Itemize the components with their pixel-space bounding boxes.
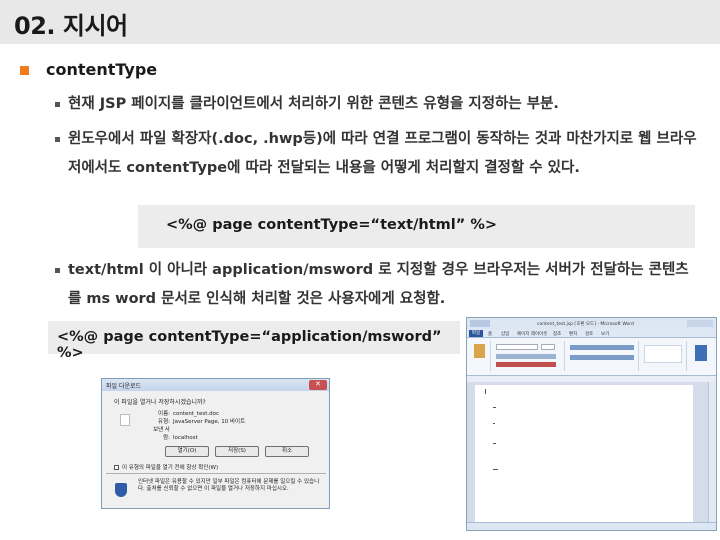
ribbon-tab[interactable]: 보기	[601, 331, 609, 337]
bullet-dot-icon	[55, 102, 60, 107]
word-ribbon-tabs: 파일 홈 삽입 페이지 레이아웃 참조 편지 검토 보기	[467, 329, 716, 338]
document-area	[467, 382, 716, 524]
editing-group	[689, 341, 715, 371]
info-value: content_test.doc	[173, 411, 219, 417]
info-value: localhost	[173, 435, 198, 441]
word-window-screenshot: content_test.jsp [호환 모드] - Microsoft Wor…	[466, 317, 717, 531]
dialog-close-button[interactable]: ✕	[309, 380, 327, 390]
download-dialog-screenshot: 파일 다운로드 ✕ 이 파일을 열거나 저장하시겠습니까? 이름: content…	[101, 378, 330, 509]
dialog-file-info: 이름: content_test.doc 유형: JavaServer Page, …	[150, 410, 245, 442]
cancel-button[interactable]: 취소	[265, 446, 309, 457]
styles-group	[641, 341, 687, 371]
ribbon-tab[interactable]: 참조	[553, 331, 561, 337]
save-button[interactable]: 저장(S)	[215, 446, 259, 457]
text-mark	[493, 469, 498, 470]
checkbox-label: 이 유형의 파일을 열기 전에 항상 확인(W)	[122, 465, 219, 471]
ribbon-tab[interactable]: 삽입	[501, 331, 509, 337]
window-buttons[interactable]	[687, 320, 713, 327]
font-group	[493, 341, 565, 371]
font-name-box[interactable]	[496, 344, 538, 350]
font-size-box[interactable]	[541, 344, 555, 350]
word-title-bar: content_test.jsp [호환 모드] - Microsoft Wor…	[467, 318, 716, 329]
vertical-scrollbar[interactable]	[708, 382, 716, 524]
code-text: <%@ page contentType=“application/msword…	[57, 329, 442, 361]
info-key: 이름:	[158, 411, 170, 417]
ribbon-tab[interactable]: 페이지 레이아웃	[517, 331, 547, 337]
always-ask-checkbox[interactable]: 이 유형의 파일을 열기 전에 항상 확인(W)	[114, 463, 218, 471]
info-key: 보낸 사람:	[153, 427, 170, 441]
open-button[interactable]: 열기(O)	[165, 446, 209, 457]
slide-title-bar: 02. 지시어	[0, 0, 720, 44]
document-icon	[120, 414, 130, 426]
dialog-title-bar: 파일 다운로드 ✕	[102, 379, 329, 391]
bullet-text: text/html 이 아니라 application/msword 로 지정할…	[68, 262, 689, 307]
dialog-divider	[106, 473, 326, 474]
bullet-text: 윈도우에서 파일 확장자(.doc, .hwp등)에 따라 연결 프로그램이 동…	[68, 131, 697, 176]
code-block: <%@ page contentType=“text/html” %>	[138, 205, 695, 248]
text-mark	[493, 423, 495, 424]
paragraph-group	[567, 341, 639, 371]
clipboard-group	[469, 341, 491, 371]
slide-title: 02. 지시어	[14, 12, 128, 40]
code-block: <%@ page contentType=“application/msword…	[48, 321, 460, 361]
word-title: content_test.jsp [호환 모드] - Microsoft Wor…	[537, 322, 634, 327]
code-text: <%@ page contentType=“text/html” %>	[166, 217, 498, 233]
ribbon-tab[interactable]: 검토	[585, 331, 593, 337]
quick-access-toolbar[interactable]	[470, 320, 490, 327]
document-page[interactable]	[475, 385, 693, 522]
dialog-title: 파일 다운로드	[106, 383, 142, 390]
checkbox-icon	[114, 465, 119, 470]
ribbon-tab[interactable]: 편지	[569, 331, 577, 337]
dialog-question: 이 파일을 열거나 저장하시겠습니까?	[114, 399, 206, 406]
font-color-buttons[interactable]	[496, 362, 556, 367]
bullet-text: 현재 JSP 페이지를 클라이언트에서 처리하기 위한 콘텐츠 유형을 지정하는…	[68, 96, 559, 112]
text-mark	[493, 407, 496, 408]
section-heading: contentType	[46, 60, 158, 79]
shield-icon	[115, 483, 127, 497]
close-icon: ✕	[315, 380, 321, 388]
word-ribbon	[467, 338, 716, 376]
dialog-warning: 인터넷 파일은 유용할 수 있지만 일부 파일은 컴퓨터에 문제를 일으킬 수 …	[138, 479, 320, 492]
text-cursor	[485, 389, 486, 394]
bullet-dot-icon	[55, 137, 60, 142]
ribbon-tab[interactable]: 홈	[488, 331, 492, 337]
info-key: 유형:	[158, 419, 170, 425]
format-buttons[interactable]	[496, 354, 556, 359]
find-icon[interactable]	[695, 345, 707, 361]
list-buttons[interactable]	[570, 345, 634, 350]
file-tab[interactable]: 파일	[469, 330, 483, 337]
info-value: JavaServer Page, 10 바이트	[173, 419, 246, 425]
status-bar	[467, 522, 716, 530]
styles-gallery[interactable]	[644, 345, 682, 363]
align-buttons[interactable]	[570, 355, 634, 360]
text-mark	[493, 443, 496, 444]
heading-bullet-icon	[20, 66, 29, 75]
paste-icon[interactable]	[474, 344, 485, 358]
bullet-dot-icon	[55, 268, 60, 273]
